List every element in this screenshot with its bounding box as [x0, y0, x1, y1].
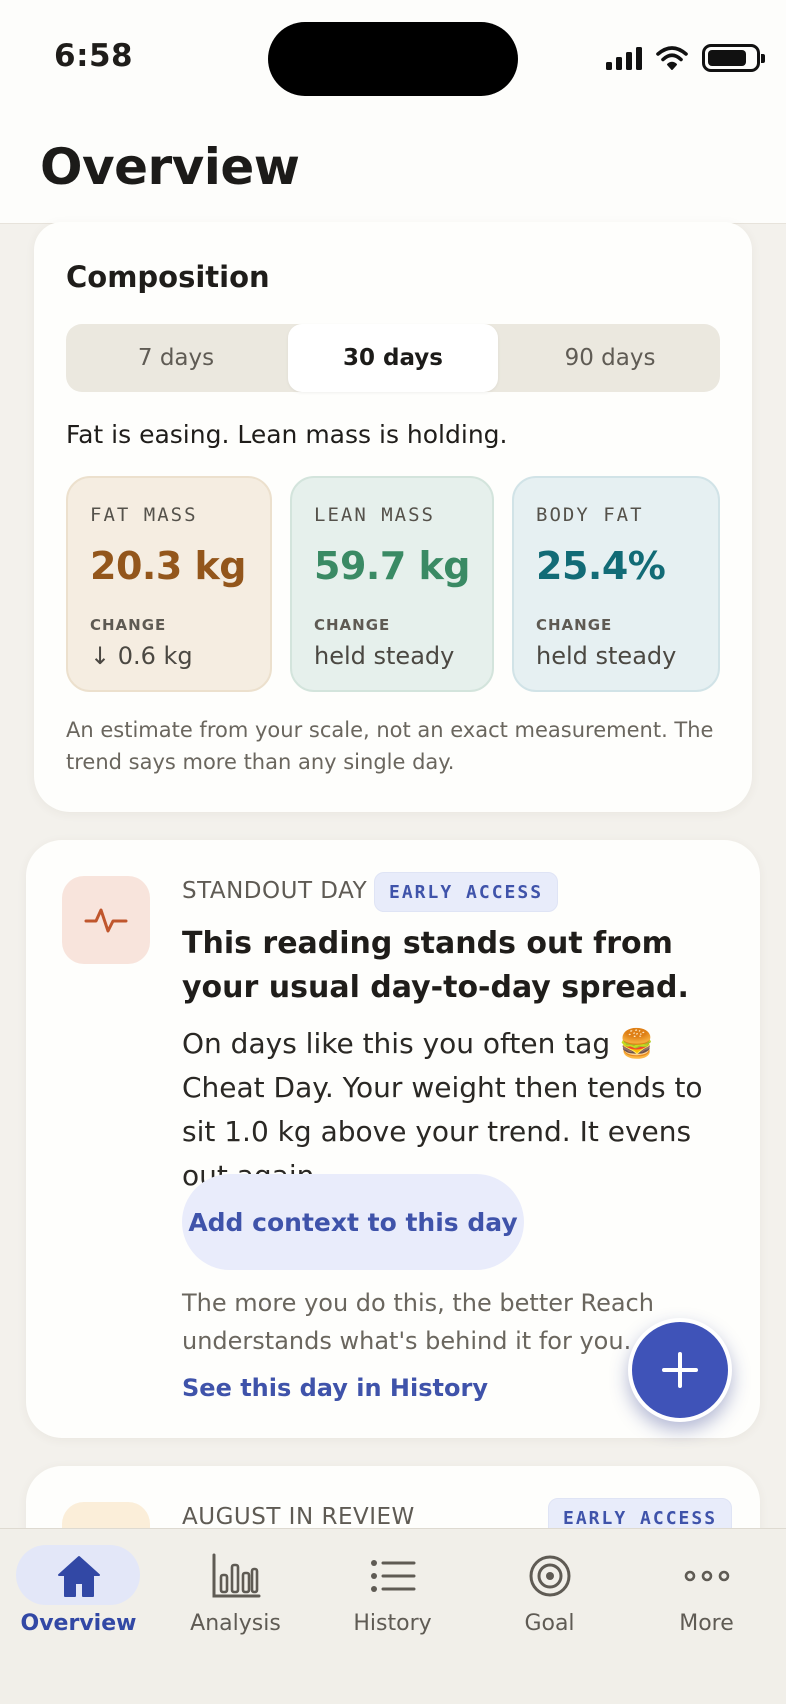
cellular-signal-icon	[606, 46, 642, 70]
tab-history[interactable]: History	[314, 1529, 471, 1649]
metric-label: BODY FAT	[536, 504, 644, 526]
see-day-in-history-link[interactable]: See this day in History	[182, 1374, 488, 1402]
composition-summary: Fat is easing. Lean mass is holding.	[66, 420, 508, 449]
metric-value: 59.7 kg	[314, 544, 470, 588]
page-title: Overview	[40, 138, 300, 196]
status-icons	[606, 42, 765, 74]
composition-disclaimer: An estimate from your scale, not an exac…	[66, 718, 714, 774]
metric-label: LEAN MASS	[314, 504, 435, 526]
review-eyebrow: AUGUST IN REVIEW	[182, 1504, 415, 1530]
tab-bar: Overview Analysis History Goal More	[0, 1528, 786, 1704]
range-30-days[interactable]: 30 days	[288, 324, 498, 392]
bar-chart-icon	[206, 1551, 266, 1601]
tab-more[interactable]: More	[628, 1529, 785, 1649]
composition-card: Composition 7 days 30 days 90 days Fat i…	[34, 222, 752, 812]
add-context-button[interactable]: Add context to this day	[182, 1174, 524, 1270]
standout-headline: This reading stands out from your usual …	[182, 926, 689, 1005]
standout-footnote: The more you do this, the better Reach u…	[182, 1289, 654, 1355]
plus-icon	[662, 1352, 698, 1388]
page-header: Overview	[0, 116, 786, 224]
tab-goal[interactable]: Goal	[471, 1529, 628, 1649]
body-fat-tile: BODY FAT 25.4% CHANGE held steady	[512, 476, 720, 692]
add-entry-button[interactable]	[628, 1318, 732, 1422]
battery-icon	[702, 44, 765, 72]
tab-label: Overview	[20, 1611, 137, 1636]
tab-overview[interactable]: Overview	[0, 1529, 157, 1649]
fat-mass-tile: FAT MASS 20.3 kg CHANGE ↓ 0.6 kg	[66, 476, 272, 692]
status-bar: 6:58	[0, 0, 786, 116]
activity-pulse-icon	[62, 876, 150, 964]
home-icon	[49, 1551, 109, 1601]
range-7-days[interactable]: 7 days	[66, 324, 286, 392]
more-dots-icon	[677, 1551, 737, 1601]
composition-title: Composition	[66, 260, 270, 294]
tab-label: Analysis	[190, 1611, 281, 1636]
metric-change-label: CHANGE	[314, 616, 391, 634]
metric-change: held steady	[536, 642, 677, 670]
target-icon	[520, 1551, 580, 1601]
standout-eyebrow: STANDOUT DAY	[182, 878, 368, 904]
range-90-days[interactable]: 90 days	[500, 324, 720, 392]
metric-change: held steady	[314, 642, 455, 670]
metric-change: ↓ 0.6 kg	[90, 642, 193, 670]
metric-value: 20.3 kg	[90, 544, 246, 588]
wifi-icon	[656, 46, 688, 70]
range-selector: 7 days 30 days 90 days	[66, 324, 720, 392]
standout-body: On days like this you often tag 🍔 Cheat …	[182, 1027, 703, 1192]
metric-change-label: CHANGE	[536, 616, 613, 634]
tab-label: Goal	[524, 1611, 575, 1636]
status-time: 6:58	[54, 38, 134, 74]
list-icon	[363, 1551, 423, 1601]
tab-label: History	[353, 1611, 432, 1636]
metric-change-label: CHANGE	[90, 616, 167, 634]
tab-analysis[interactable]: Analysis	[157, 1529, 314, 1649]
metric-value: 25.4%	[536, 544, 666, 588]
lean-mass-tile: LEAN MASS 59.7 kg CHANGE held steady	[290, 476, 494, 692]
tab-label: More	[679, 1611, 734, 1636]
early-access-badge: EARLY ACCESS	[374, 872, 559, 912]
metric-label: FAT MASS	[90, 504, 198, 526]
dynamic-island	[268, 22, 518, 96]
